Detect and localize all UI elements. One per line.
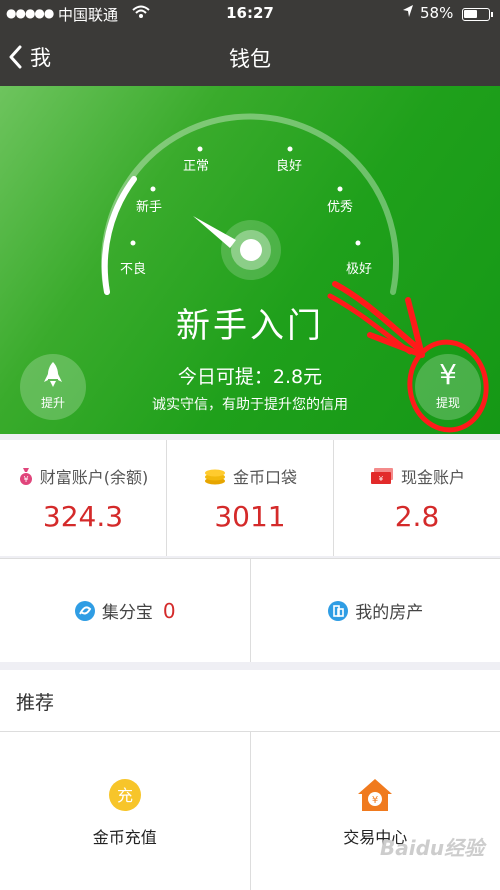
credit-level: 新手入门 [176,306,324,346]
recommend-header: 推荐 [0,670,500,732]
gauge-label-normal: 正常 [183,159,210,174]
my-property-label: 我的房产 [355,603,424,623]
recommend-grid: 充 金币充值 ¥ 交易中心 [0,732,500,890]
jifenbao-label: 集分宝 [101,603,153,623]
cash-envelope-icon: ¥ [370,468,393,484]
battery-percent: 58% [420,4,454,22]
secondary-row: 集分宝 0 我的房产 [0,558,500,662]
nav-bar: 我 钱包 [0,28,500,86]
money-bag-icon: ¥ [19,468,32,485]
cash-account-value: 2.8 [394,500,440,533]
cash-account[interactable]: ¥ 现金账户 2.8 [334,440,500,556]
jifenbao-icon [74,600,95,621]
page-title: 钱包 [229,47,271,71]
svg-text:¥: ¥ [379,475,384,483]
upgrade-label: 提升 [40,396,65,410]
trade-center-icon-text: ¥ [372,795,378,806]
baidu-watermark: Baidu经验 [380,836,485,860]
trade-center-icon: ¥ [358,779,393,811]
coin-pocket[interactable]: 金币口袋 3011 [167,440,334,556]
wealth-account-value: 324.3 [42,500,124,533]
yuan-icon: ¥ [439,358,457,391]
jifenbao-value: 0 [162,598,176,623]
coins-icon [204,469,225,485]
recharge-icon-text: 充 [117,786,133,805]
credit-gauge-panel: 不良 新手 正常 良好 优秀 极好 新手入门 今日可提：2.8元 诚实守信，有助… [0,86,500,434]
gauge-label-superb: 极好 [346,262,373,277]
recharge-icon: 充 [108,779,141,811]
cash-account-label: 现金账户 [400,468,465,487]
upgrade-button[interactable]: 提升 [20,354,86,420]
coin-pocket-value: 3011 [214,500,286,533]
location-icon [402,4,414,22]
withdraw-label: 提现 [435,396,460,410]
gauge-label-novice: 新手 [136,200,163,215]
jifenbao-entry[interactable]: 集分宝 0 [0,559,251,662]
account-summary: ¥ 财富账户(余额) 324.3 金币口袋 3011 ¥ 现金账户 2.8 [0,440,500,556]
gauge-label-good: 良好 [276,159,303,174]
property-icon [328,600,349,621]
battery-icon [462,8,493,21]
withdraw-button[interactable]: ¥ 提现 [415,354,481,420]
recommend-title: 推荐 [16,692,55,714]
wealth-account-label: 财富账户(余额) [39,468,149,487]
wealth-account[interactable]: ¥ 财富账户(余额) 324.3 [0,440,167,556]
coin-pocket-label: 金币口袋 [232,468,297,487]
coin-recharge-label: 金币充值 [92,828,157,847]
gauge-label-excellent: 优秀 [327,200,354,215]
gauge-label-poor: 不良 [120,262,147,277]
trade-center-item[interactable]: ¥ 交易中心 [251,732,500,890]
my-property-entry[interactable]: 我的房产 [251,559,500,662]
status-bar: ●●●●● 中国联通 16:27 58% [0,0,500,28]
svg-text:¥: ¥ [23,475,28,484]
rocket-icon [20,360,86,394]
coin-recharge-item[interactable]: 充 金币充值 [0,732,251,890]
